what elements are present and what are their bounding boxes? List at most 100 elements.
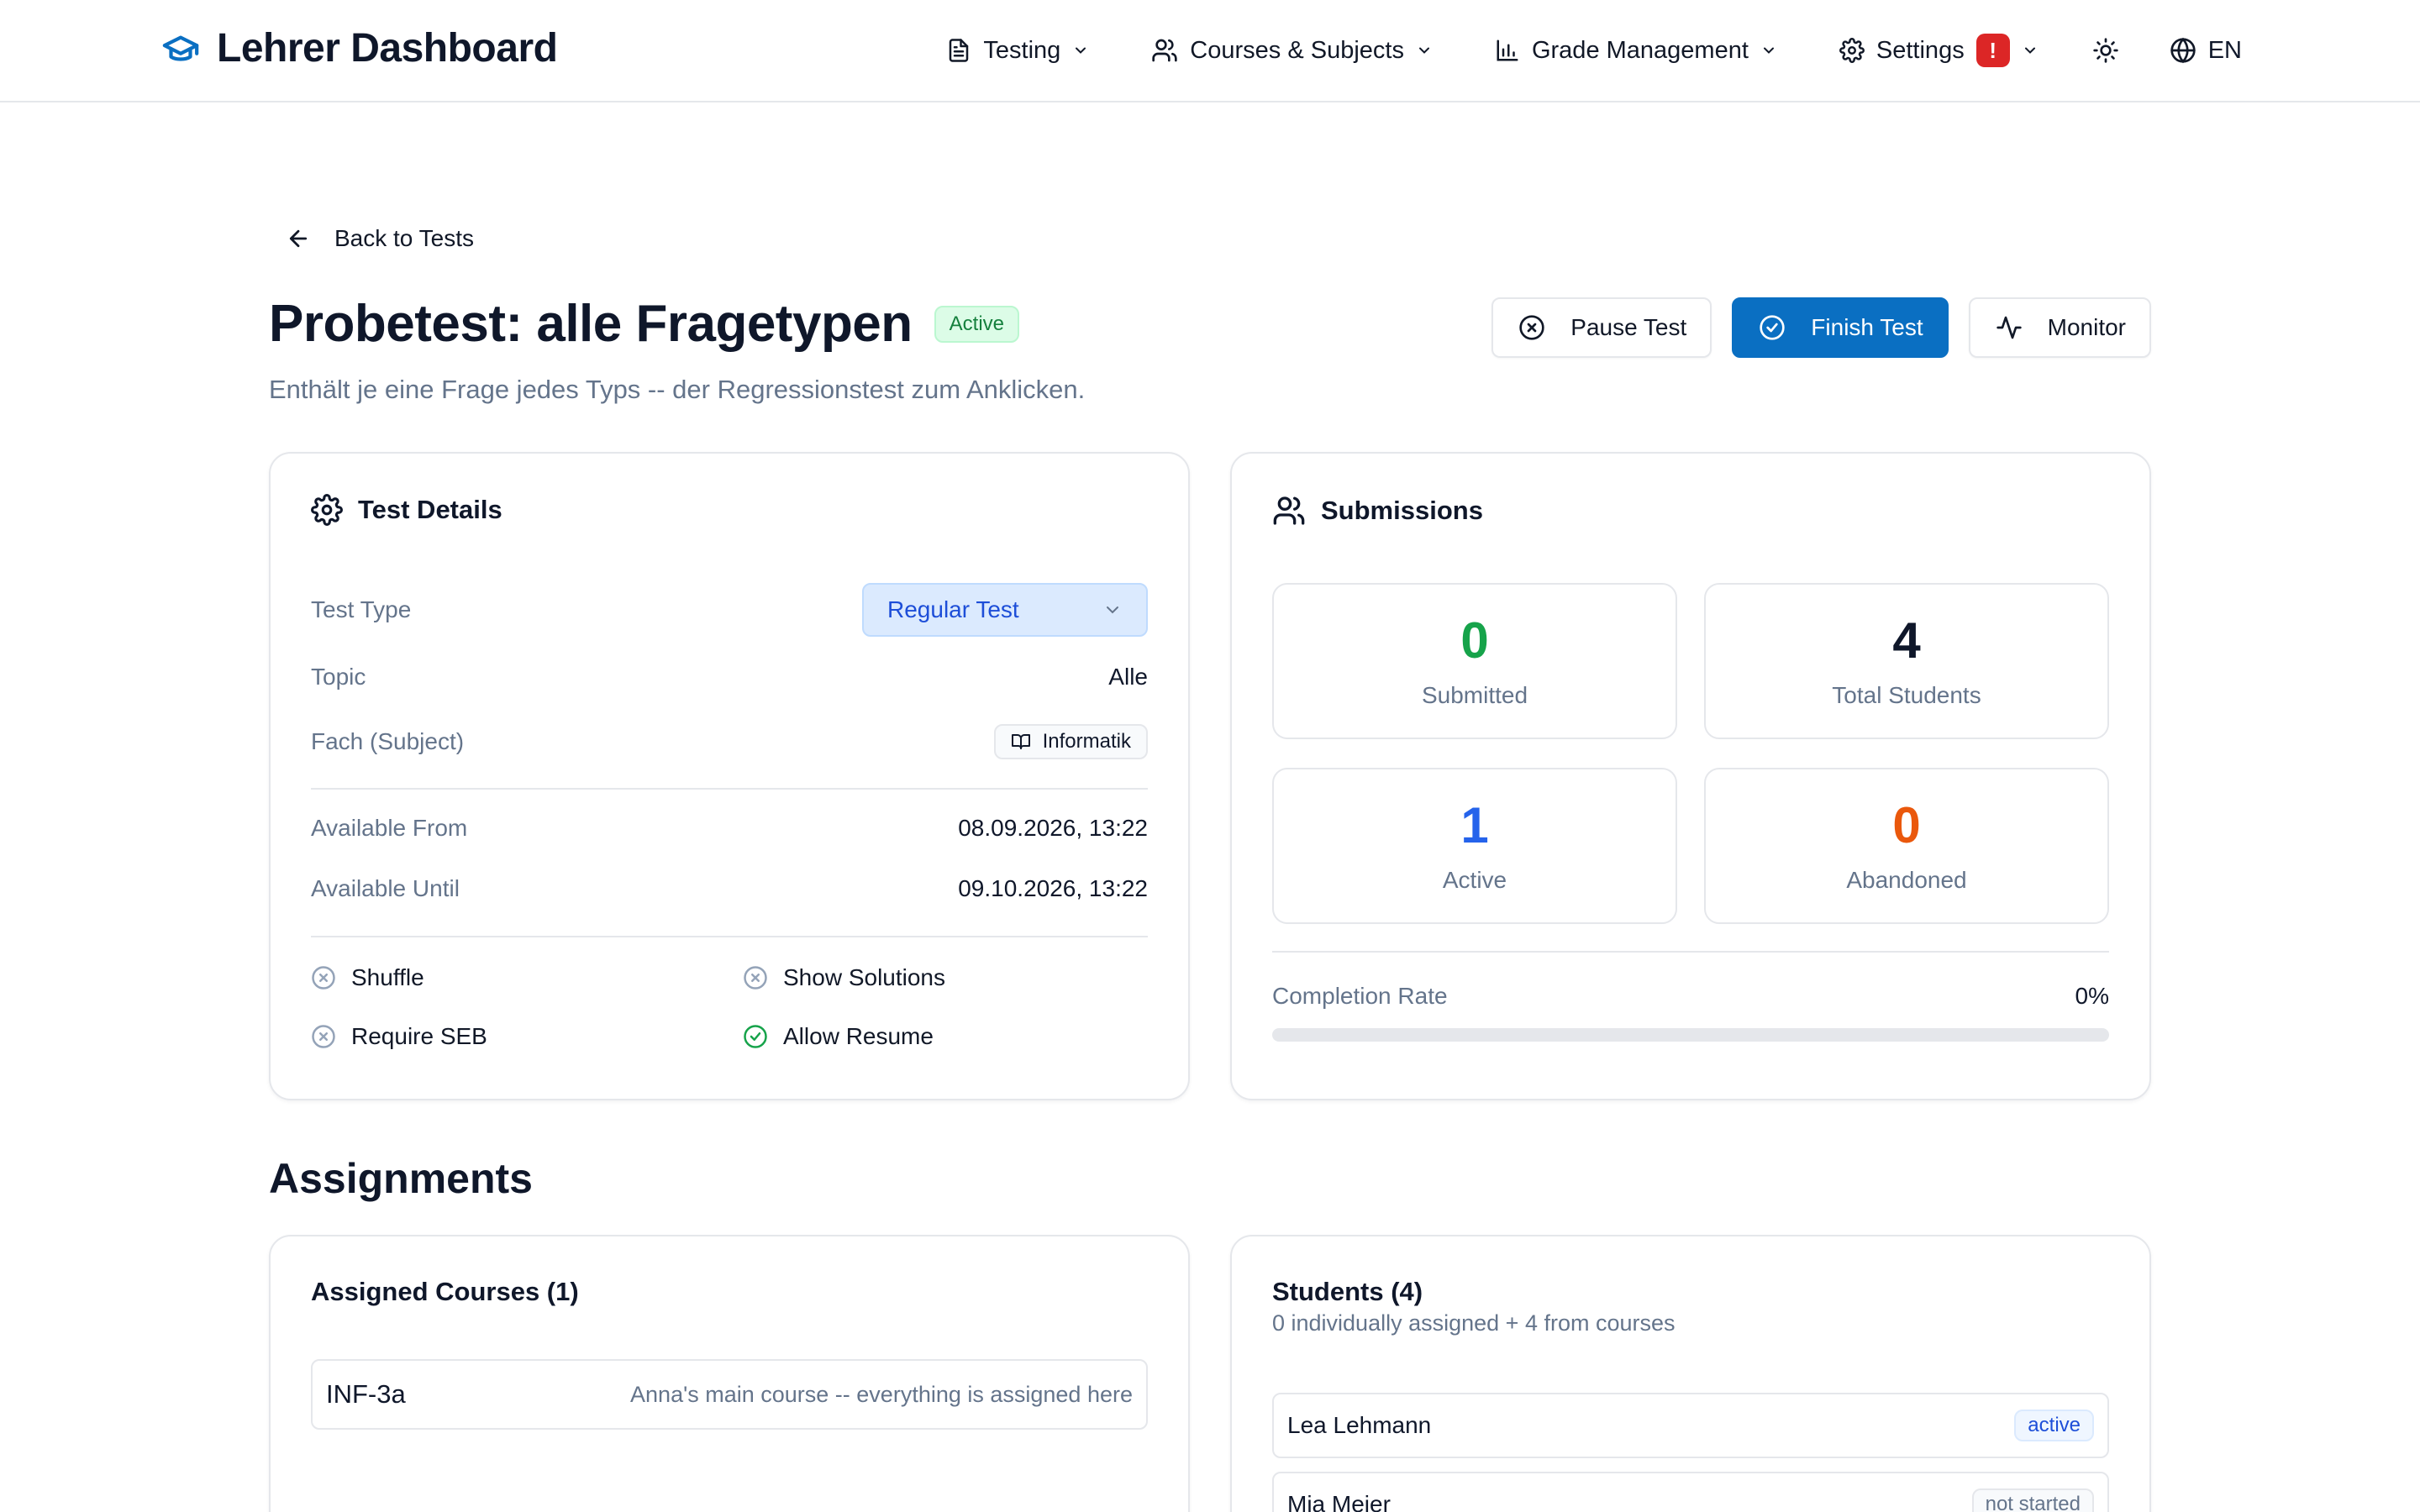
test-type-label: Test Type xyxy=(311,596,412,622)
document-icon xyxy=(950,39,969,62)
check-circle-icon xyxy=(744,1025,767,1048)
subject-value: Informatik xyxy=(1042,730,1131,753)
subject-chip: Informatik xyxy=(993,724,1148,759)
details-divider xyxy=(311,936,1148,937)
topic-label: Topic xyxy=(311,664,366,690)
available-from-value: 08.09.2026, 13:22 xyxy=(958,815,1148,841)
flag-require-seb-label: Require SEB xyxy=(351,1023,487,1049)
test-actions: Pause Test Finish Test Monitor xyxy=(1491,297,2151,358)
nav-testing[interactable]: Testing xyxy=(946,37,1089,65)
assigned-courses-card: Assigned Courses (1) INF-3a Anna's main … xyxy=(269,1235,1190,1512)
finish-test-label: Finish Test xyxy=(1811,314,1923,340)
monitor-label: Monitor xyxy=(2047,314,2126,340)
activity-icon xyxy=(1996,316,2022,339)
flag-shuffle-label: Shuffle xyxy=(351,964,424,990)
topic-value: Alle xyxy=(1108,664,1148,690)
chevron-down-icon xyxy=(1763,47,1774,54)
nav-courses[interactable]: Courses & Subjects xyxy=(1151,37,1433,65)
assignments-heading: Assignments xyxy=(269,1155,533,1202)
pause-test-button[interactable]: Pause Test xyxy=(1491,297,1712,358)
submissions-title: Submissions xyxy=(1321,496,1483,525)
page-description: Enthält je eine Frage jedes Typs -- der … xyxy=(269,375,1086,404)
flag-show-solutions: Show Solutions xyxy=(743,964,1151,991)
students-card: Students (4) 0 individually assigned + 4… xyxy=(1230,1235,2151,1512)
gear-icon xyxy=(1839,38,1865,63)
nav-testing-label: Testing xyxy=(983,36,1061,64)
chevron-down-icon xyxy=(1107,606,1118,614)
completion-rate-label: Completion Rate xyxy=(1272,983,1448,1009)
chevron-down-icon xyxy=(1418,47,1429,54)
completion-progress-bar xyxy=(1272,1028,2109,1042)
x-circle-icon xyxy=(1519,315,1544,340)
topic-row: Topic Alle xyxy=(311,664,1148,690)
nav-settings-label: Settings xyxy=(1876,36,1965,64)
arrow-left-icon xyxy=(289,229,308,248)
assigned-courses-title: Assigned Courses (1) xyxy=(311,1277,579,1306)
stat-abandoned: 0 Abandoned xyxy=(1704,768,2109,924)
finish-test-button[interactable]: Finish Test xyxy=(1732,297,1949,358)
stat-active: 1 Active xyxy=(1272,768,1677,924)
available-from-row: Available From 08.09.2026, 13:22 xyxy=(311,815,1148,842)
student-name: Mia Meier xyxy=(1287,1491,1391,1512)
course-description: Anna's main course -- everything is assi… xyxy=(630,1381,1133,1407)
bar-chart-icon xyxy=(1497,39,1518,61)
language-label: EN xyxy=(2207,36,2242,64)
status-badge: Active xyxy=(934,305,1020,343)
app-title: Lehrer Dashboard xyxy=(217,26,558,71)
globe-icon xyxy=(2170,37,2196,64)
stat-total-value: 4 xyxy=(1892,612,1921,669)
students-subtitle: 0 individually assigned + 4 from courses xyxy=(1272,1310,1676,1336)
submissions-card: Submissions 0 Submitted 4 Total Students… xyxy=(1230,452,2151,1100)
available-from-label: Available From xyxy=(311,815,468,841)
nav-settings[interactable]: Settings ! xyxy=(1839,34,2039,67)
stat-total-students: 4 Total Students xyxy=(1704,583,2109,739)
x-circle-icon xyxy=(312,966,335,990)
list-item[interactable]: Lea Lehmann active xyxy=(1272,1393,2109,1458)
subject-row: Fach (Subject) Informatik xyxy=(311,724,1148,759)
back-to-tests-link[interactable]: Back to Tests xyxy=(286,225,474,252)
completion-rate-value: 0% xyxy=(2075,983,2109,1009)
course-name: INF-3a xyxy=(326,1379,406,1409)
submissions-heading: Submissions xyxy=(1272,494,1483,528)
monitor-button[interactable]: Monitor xyxy=(1968,297,2151,358)
chevron-down-icon xyxy=(2024,47,2035,54)
test-details-title: Test Details xyxy=(358,495,502,524)
student-status-badge: not started xyxy=(1971,1488,2094,1512)
language-switcher[interactable]: EN xyxy=(2170,37,2242,65)
completion-rate-row: Completion Rate 0% xyxy=(1272,983,2109,1010)
flag-shuffle: Shuffle xyxy=(311,964,743,991)
list-item[interactable]: Mia Meier not started xyxy=(1272,1472,2109,1512)
page-title: Probetest: alle Fragetypen xyxy=(269,295,913,353)
nav-grades[interactable]: Grade Management xyxy=(1495,37,1777,65)
graduation-cap-icon xyxy=(162,34,199,61)
flag-allow-resume-label: Allow Resume xyxy=(783,1023,934,1049)
flag-require-seb: Require SEB xyxy=(311,1023,743,1050)
page-header: Probetest: alle Fragetypen Active xyxy=(269,294,1020,354)
chevron-down-icon xyxy=(1076,47,1086,54)
stat-total-label: Total Students xyxy=(1832,682,1981,708)
test-type-select[interactable]: Regular Test xyxy=(862,583,1148,637)
test-type-row: Test Type Regular Test xyxy=(311,583,1148,637)
stat-submitted-value: 0 xyxy=(1460,612,1489,669)
back-label: Back to Tests xyxy=(334,225,475,251)
brand[interactable]: Lehrer Dashboard xyxy=(161,25,558,71)
sun-icon xyxy=(2093,38,2118,63)
available-until-row: Available Until 09.10.2026, 13:22 xyxy=(311,875,1148,902)
details-divider xyxy=(311,788,1148,790)
stat-active-value: 1 xyxy=(1460,797,1489,853)
test-type-value: Regular Test xyxy=(887,596,1019,622)
stat-active-label: Active xyxy=(1442,867,1507,893)
flag-allow-resume: Allow Resume xyxy=(743,1023,1151,1050)
flag-show-solutions-label: Show Solutions xyxy=(783,964,946,990)
main-nav: Testing Courses & Subjects Grade Managem… xyxy=(946,30,2242,71)
submissions-divider xyxy=(1272,951,2109,953)
list-item[interactable]: INF-3a Anna's main course -- everything … xyxy=(311,1359,1148,1430)
stat-abandoned-value: 0 xyxy=(1892,797,1921,853)
pause-test-label: Pause Test xyxy=(1570,314,1687,340)
theme-toggle-button[interactable] xyxy=(2092,37,2119,64)
stat-submitted: 0 Submitted xyxy=(1272,583,1677,739)
x-circle-icon xyxy=(312,1025,335,1048)
nav-courses-label: Courses & Subjects xyxy=(1190,36,1404,64)
gear-icon xyxy=(311,494,343,526)
settings-alert-badge: ! xyxy=(1975,34,2010,67)
